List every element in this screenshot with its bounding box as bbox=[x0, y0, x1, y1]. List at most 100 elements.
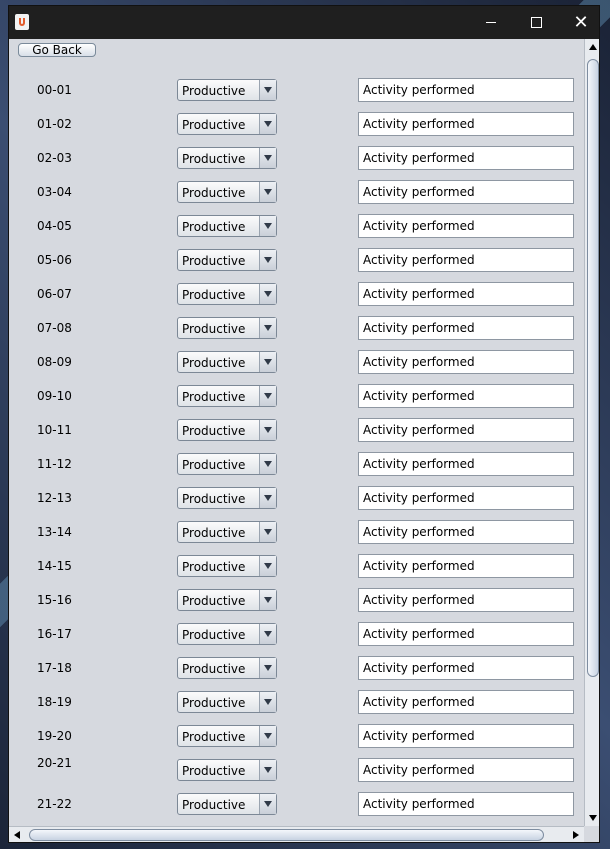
dropdown-arrow-icon[interactable] bbox=[259, 624, 276, 644]
activity-input[interactable] bbox=[359, 283, 573, 305]
scroll-left-button[interactable] bbox=[9, 827, 25, 842]
dropdown-arrow-icon[interactable] bbox=[259, 386, 276, 406]
activity-field[interactable] bbox=[358, 554, 574, 578]
category-select[interactable]: Productive bbox=[177, 113, 277, 135]
activity-field[interactable] bbox=[358, 520, 574, 544]
activity-input[interactable] bbox=[359, 691, 573, 713]
activity-field[interactable] bbox=[358, 384, 574, 408]
activity-input[interactable] bbox=[359, 181, 573, 203]
dropdown-arrow-icon[interactable] bbox=[259, 352, 276, 372]
activity-input[interactable] bbox=[359, 589, 573, 611]
scroll-down-button[interactable] bbox=[585, 810, 599, 826]
activity-field[interactable] bbox=[358, 758, 574, 782]
activity-field[interactable] bbox=[358, 622, 574, 646]
close-button[interactable]: ✕ bbox=[558, 6, 599, 39]
category-select[interactable]: Productive bbox=[177, 555, 277, 577]
category-select[interactable]: Productive bbox=[177, 657, 277, 679]
dropdown-arrow-icon[interactable] bbox=[259, 114, 276, 134]
activity-input[interactable] bbox=[359, 759, 573, 781]
category-select[interactable]: Productive bbox=[177, 487, 277, 509]
activity-input[interactable] bbox=[359, 555, 573, 577]
dropdown-arrow-icon[interactable] bbox=[259, 522, 276, 542]
scroll-up-button[interactable] bbox=[585, 39, 599, 55]
dropdown-arrow-icon[interactable] bbox=[259, 726, 276, 746]
dropdown-arrow-icon[interactable] bbox=[259, 556, 276, 576]
dropdown-arrow-icon[interactable] bbox=[259, 590, 276, 610]
category-select[interactable]: Productive bbox=[177, 453, 277, 475]
activity-input[interactable] bbox=[359, 487, 573, 509]
category-select[interactable]: Productive bbox=[177, 181, 277, 203]
dropdown-arrow-icon[interactable] bbox=[259, 148, 276, 168]
activity-input[interactable] bbox=[359, 453, 573, 475]
activity-input[interactable] bbox=[359, 657, 573, 679]
category-select[interactable]: Productive bbox=[177, 793, 277, 815]
category-select[interactable]: Productive bbox=[177, 623, 277, 645]
activity-field[interactable] bbox=[358, 486, 574, 510]
activity-field[interactable] bbox=[358, 418, 574, 442]
dropdown-arrow-icon[interactable] bbox=[259, 488, 276, 508]
category-select[interactable]: Productive bbox=[177, 283, 277, 305]
category-select[interactable]: Productive bbox=[177, 385, 277, 407]
dropdown-arrow-icon[interactable] bbox=[259, 794, 276, 814]
activity-input[interactable] bbox=[359, 419, 573, 441]
dropdown-arrow-icon[interactable] bbox=[259, 182, 276, 202]
activity-input[interactable] bbox=[359, 215, 573, 237]
activity-input[interactable] bbox=[359, 385, 573, 407]
activity-input[interactable] bbox=[359, 249, 573, 271]
dropdown-arrow-icon[interactable] bbox=[259, 80, 276, 100]
activity-input[interactable] bbox=[359, 623, 573, 645]
activity-field[interactable] bbox=[358, 792, 574, 816]
dropdown-arrow-icon[interactable] bbox=[259, 692, 276, 712]
activity-field[interactable] bbox=[358, 214, 574, 238]
activity-field[interactable] bbox=[358, 656, 574, 680]
activity-input[interactable] bbox=[359, 317, 573, 339]
category-select[interactable]: Productive bbox=[177, 317, 277, 339]
dropdown-arrow-icon[interactable] bbox=[259, 658, 276, 678]
activity-field[interactable] bbox=[358, 180, 574, 204]
minimize-button[interactable] bbox=[468, 6, 514, 39]
category-select[interactable]: Productive bbox=[177, 521, 277, 543]
activity-field[interactable] bbox=[358, 690, 574, 714]
activity-input[interactable] bbox=[359, 521, 573, 543]
go-back-button[interactable]: Go Back bbox=[18, 43, 96, 57]
activity-field[interactable] bbox=[358, 350, 574, 374]
activity-field[interactable] bbox=[358, 146, 574, 170]
vertical-scroll-thumb[interactable] bbox=[587, 59, 599, 677]
dropdown-arrow-icon[interactable] bbox=[259, 760, 276, 780]
activity-input[interactable] bbox=[359, 351, 573, 373]
horizontal-scroll-thumb[interactable] bbox=[29, 829, 544, 841]
activity-field[interactable] bbox=[358, 282, 574, 306]
activity-input[interactable] bbox=[359, 725, 573, 747]
category-select[interactable]: Productive bbox=[177, 589, 277, 611]
horizontal-scrollbar[interactable] bbox=[9, 826, 584, 842]
activity-field[interactable] bbox=[358, 724, 574, 748]
activity-field[interactable] bbox=[358, 78, 574, 102]
scroll-right-button[interactable] bbox=[568, 827, 584, 842]
category-select[interactable]: Productive bbox=[177, 725, 277, 747]
dropdown-arrow-icon[interactable] bbox=[259, 216, 276, 236]
activity-input[interactable] bbox=[359, 113, 573, 135]
maximize-button[interactable] bbox=[513, 6, 559, 39]
activity-field[interactable] bbox=[358, 112, 574, 136]
activity-field[interactable] bbox=[358, 316, 574, 340]
category-select[interactable]: Productive bbox=[177, 215, 277, 237]
activity-input[interactable] bbox=[359, 793, 573, 815]
category-select[interactable]: Productive bbox=[177, 691, 277, 713]
activity-field[interactable] bbox=[358, 452, 574, 476]
dropdown-arrow-icon[interactable] bbox=[259, 420, 276, 440]
category-select[interactable]: Productive bbox=[177, 79, 277, 101]
activity-field[interactable] bbox=[358, 248, 574, 272]
dropdown-arrow-icon[interactable] bbox=[259, 250, 276, 270]
dropdown-arrow-icon[interactable] bbox=[259, 454, 276, 474]
category-select[interactable]: Productive bbox=[177, 759, 277, 781]
activity-field[interactable] bbox=[358, 588, 574, 612]
activity-input[interactable] bbox=[359, 79, 573, 101]
vertical-scrollbar[interactable] bbox=[584, 39, 599, 826]
category-select[interactable]: Productive bbox=[177, 147, 277, 169]
dropdown-arrow-icon[interactable] bbox=[259, 318, 276, 338]
category-select[interactable]: Productive bbox=[177, 419, 277, 441]
category-select[interactable]: Productive bbox=[177, 351, 277, 373]
dropdown-arrow-icon[interactable] bbox=[259, 284, 276, 304]
category-select[interactable]: Productive bbox=[177, 249, 277, 271]
activity-input[interactable] bbox=[359, 147, 573, 169]
